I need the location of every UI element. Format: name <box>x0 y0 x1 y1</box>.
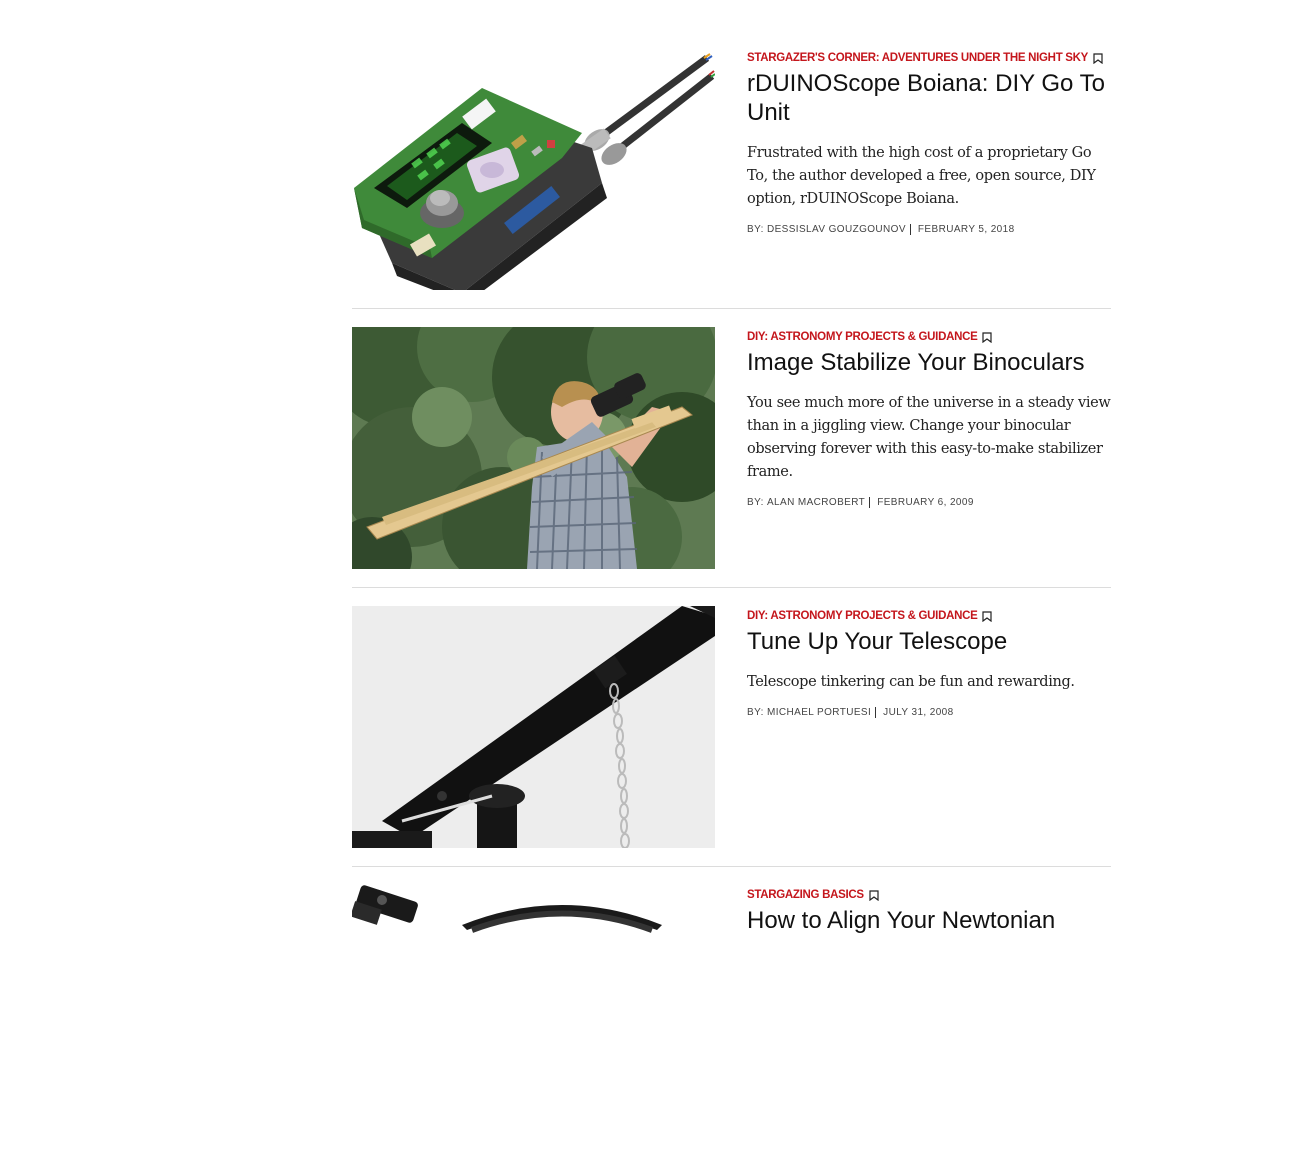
publish-date: FEBRUARY 6, 2009 <box>877 497 974 508</box>
circuit-board-image <box>352 48 715 290</box>
article-card: STARGAZING BASICS How to Align Your Newt… <box>352 885 1111 1146</box>
article-summary: You see much more of the universe in a s… <box>747 395 1111 480</box>
article-card: STARGAZER'S CORNER: ADVENTURES UNDER THE… <box>352 48 1111 309</box>
byline-divider <box>869 497 871 508</box>
category-link[interactable]: STARGAZING BASICS <box>747 886 1111 904</box>
category-label: DIY: ASTRONOMY PROJECTS & GUIDANCE <box>747 610 978 622</box>
category-label: STARGAZING BASICS <box>747 889 864 901</box>
publish-date: JULY 31, 2008 <box>883 707 954 718</box>
author-link[interactable]: DESSISLAV GOUZGOUNOV <box>767 224 906 235</box>
article-card: DIY: ASTRONOMY PROJECTS & GUIDANCE Image… <box>352 327 1111 588</box>
byline: BY: ALAN MACROBERT FEBRUARY 6, 2009 <box>747 497 1111 508</box>
article-summary: Telescope tinkering can be fun and rewar… <box>747 674 1075 690</box>
byline: BY: DESSISLAV GOUZGOUNOV FEBRUARY 5, 201… <box>747 224 1111 235</box>
bookmark-icon[interactable] <box>982 610 993 622</box>
category-link[interactable]: DIY: ASTRONOMY PROJECTS & GUIDANCE <box>747 328 1111 346</box>
article-text: DIY: ASTRONOMY PROJECTS & GUIDANCE Tune … <box>747 606 1111 718</box>
byline-divider <box>875 707 877 718</box>
by-label: BY: <box>747 707 764 718</box>
author-link[interactable]: MICHAEL PORTUESI <box>767 707 871 718</box>
category-label: DIY: ASTRONOMY PROJECTS & GUIDANCE <box>747 331 978 343</box>
article-text: STARGAZING BASICS How to Align Your Newt… <box>747 885 1111 935</box>
by-label: BY: <box>747 224 764 235</box>
article-title[interactable]: How to Align Your Newtonian <box>747 906 1111 935</box>
byline-divider <box>909 224 911 235</box>
article-text: DIY: ASTRONOMY PROJECTS & GUIDANCE Image… <box>747 327 1111 508</box>
newtonian-image <box>352 885 715 1127</box>
article-thumbnail[interactable] <box>352 327 715 569</box>
category-label: STARGAZER'S CORNER: ADVENTURES UNDER THE… <box>747 52 1089 64</box>
bookmark-icon[interactable] <box>1093 52 1103 64</box>
article-card: DIY: ASTRONOMY PROJECTS & GUIDANCE Tune … <box>352 606 1111 867</box>
category-link[interactable]: STARGAZER'S CORNER: ADVENTURES UNDER THE… <box>747 49 1111 67</box>
article-title[interactable]: rDUINOScope Boiana: DIY Go To Unit <box>747 69 1111 127</box>
article-thumbnail[interactable] <box>352 48 715 290</box>
article-title[interactable]: Image Stabilize Your Binoculars <box>747 348 1111 377</box>
article-feed: STARGAZER'S CORNER: ADVENTURES UNDER THE… <box>352 48 1111 1164</box>
category-link[interactable]: DIY: ASTRONOMY PROJECTS & GUIDANCE <box>747 607 1111 625</box>
by-label: BY: <box>747 497 764 508</box>
article-thumbnail[interactable] <box>352 885 715 1127</box>
publish-date: FEBRUARY 5, 2018 <box>917 224 1015 235</box>
telescope-image <box>352 606 715 848</box>
byline: BY: MICHAEL PORTUESI JULY 31, 2008 <box>747 707 1111 718</box>
bookmark-icon[interactable] <box>982 331 993 343</box>
article-title[interactable]: Tune Up Your Telescope <box>747 627 1111 656</box>
article-text: STARGAZER'S CORNER: ADVENTURES UNDER THE… <box>747 48 1111 235</box>
author-link[interactable]: ALAN MACROBERT <box>767 497 865 508</box>
article-summary: Frustrated with the high cost of a propr… <box>747 145 1096 207</box>
bookmark-icon[interactable] <box>869 889 879 901</box>
article-thumbnail[interactable] <box>352 606 715 848</box>
binocular-stabilizer-image <box>352 327 715 569</box>
